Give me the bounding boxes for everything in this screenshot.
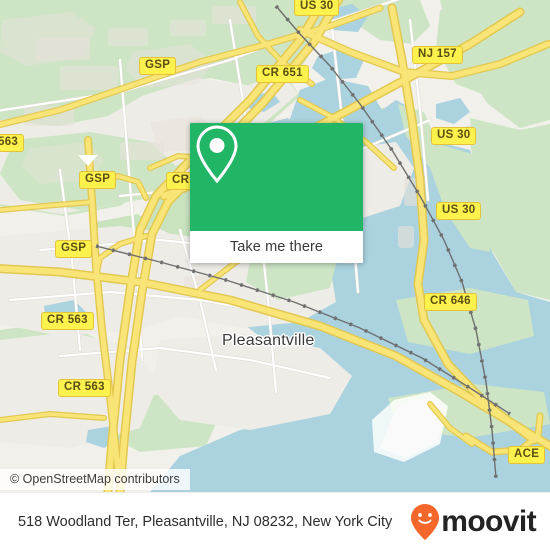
road-shield-cr-563: CR 563 <box>58 379 111 397</box>
osm-attribution[interactable]: © OpenStreetMap contributors <box>0 469 190 490</box>
take-me-there-label: Take me there <box>229 239 324 255</box>
take-me-there-button[interactable]: Take me there <box>190 231 363 263</box>
map-pin-icon <box>196 125 238 184</box>
road-shield-cr-563: CR 563 <box>41 312 94 330</box>
road-shield-us-30: US 30 <box>431 127 477 145</box>
road-shield-cr-651: CR 651 <box>256 65 309 83</box>
footer-bar: 518 Woodland Ter, Pleasantville, NJ 0823… <box>0 492 550 550</box>
road-shield-gsp: GSP <box>79 171 117 189</box>
road-shield-gsp: GSP <box>139 57 177 75</box>
location-popup-card[interactable]: Take me there <box>190 123 363 263</box>
road-shield-563: 563 <box>0 134 25 152</box>
road-shield-cr-646: CR 646 <box>424 293 477 311</box>
road-shield-ace: ACE <box>508 446 546 464</box>
popup-pin-panel <box>190 123 363 231</box>
road-shield-us-30: US 30 <box>436 202 482 220</box>
address-text: 518 Woodland Ter, Pleasantville, NJ 0823… <box>18 513 393 530</box>
moovit-wordmark: moovit <box>441 505 536 538</box>
moovit-pin-smiley-icon <box>411 504 440 540</box>
popup-tail <box>78 155 98 166</box>
moovit-logo[interactable]: moovit <box>410 503 550 541</box>
road-shield-us-30: US 30 <box>294 0 340 16</box>
road-shield-gsp: GSP <box>55 240 93 258</box>
moovit-map-screenshot: .water{fill:#aad3df;} .park{fill:#cde5c4… <box>0 0 550 550</box>
road-shield-nj-157: NJ 157 <box>412 46 463 64</box>
place-label-pleasantville: Pleasantville <box>222 332 315 349</box>
map-canvas[interactable]: .water{fill:#aad3df;} .park{fill:#cde5c4… <box>0 0 550 492</box>
